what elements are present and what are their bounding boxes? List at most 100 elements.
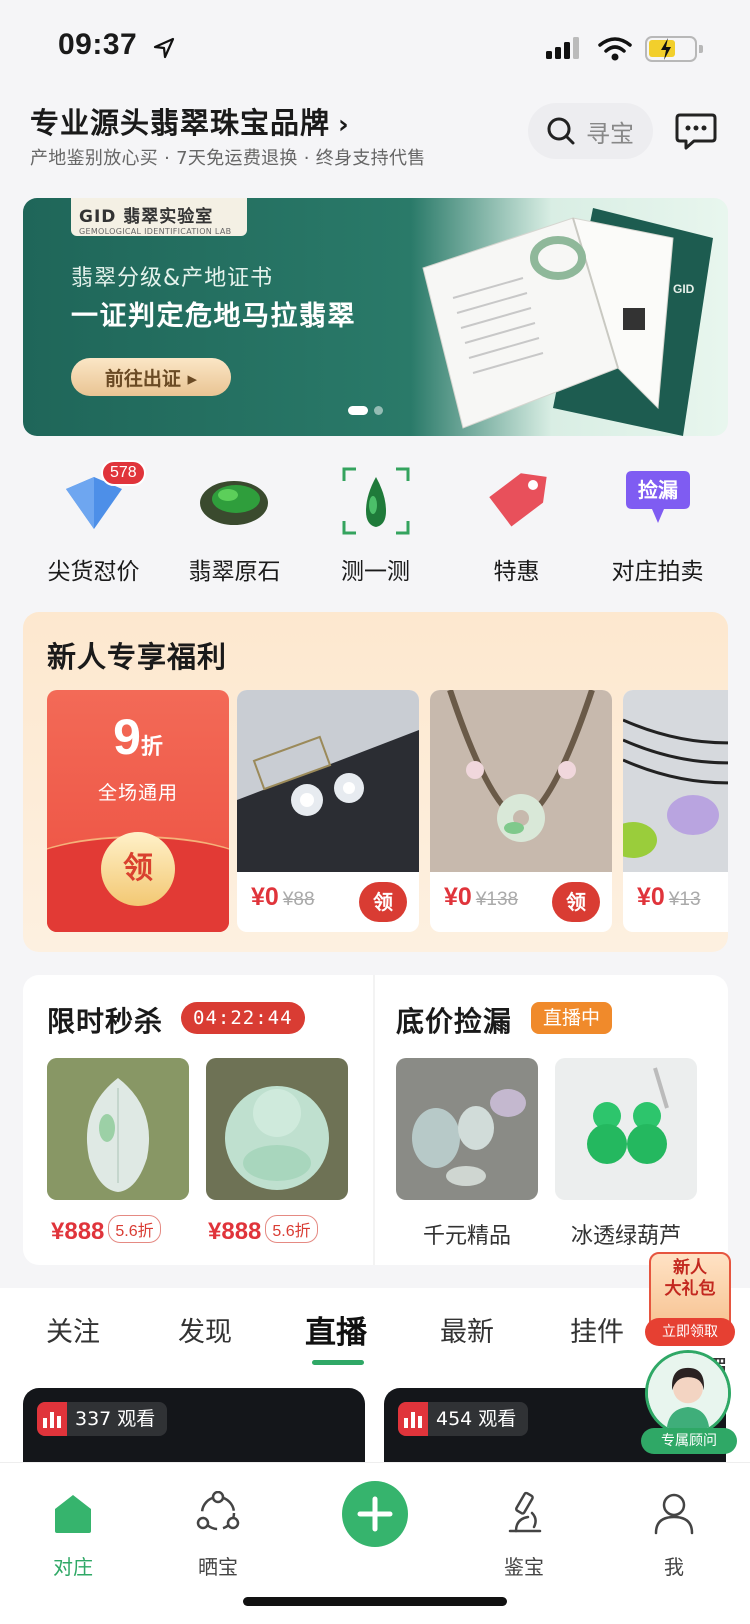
category-raw-stone[interactable]: 翡翠原石 — [164, 460, 305, 590]
search-placeholder: 寻宝 — [586, 119, 634, 148]
new-user-product[interactable]: ¥0 ¥13 — [623, 690, 728, 932]
product-price: ¥0 ¥88 — [251, 883, 315, 912]
banner-cta-button[interactable]: 前往出证 ▸ — [71, 358, 231, 396]
gift-title-line: 新人 — [673, 1258, 707, 1278]
bargain-item-label: 千元精品 — [422, 1224, 511, 1249]
discount-coupon[interactable]: 9折 全场通用 领 — [47, 690, 229, 932]
new-user-product[interactable]: ¥0 ¥88 领 — [237, 690, 419, 932]
product-original-price: ¥13 — [668, 889, 701, 910]
banner-pager — [348, 406, 383, 415]
category-row: 578 尖货怼价 翡翠原石 测一测 特惠 捡漏 对庄拍卖 — [23, 460, 728, 590]
flash-sale-item-image[interactable] — [47, 1058, 189, 1200]
price-value: ¥888 — [51, 1218, 105, 1245]
flash-sale-title[interactable]: 限时秒杀 — [47, 1000, 163, 1040]
category-jianhuo[interactable]: 578 尖货怼价 — [23, 460, 164, 590]
product-price-value: ¥0 — [444, 883, 472, 911]
microscope-icon — [508, 1491, 542, 1533]
status-time: 09:37 — [58, 28, 138, 61]
promo-banner[interactable]: GID 翡翠实验室 GEMOLOGICAL IDENTIFICATION LAB… — [23, 198, 728, 436]
viewer-count: 454 观看 — [398, 1402, 529, 1436]
product-original-price: ¥88 — [282, 889, 315, 910]
earring-product-image — [237, 690, 419, 872]
new-user-title: 新人专享福利 — [47, 640, 228, 674]
plus-icon — [357, 1496, 393, 1532]
new-user-gift-floater[interactable]: 新人 大礼包 立即领取 — [645, 1252, 735, 1348]
tab-pendant[interactable]: 挂件 — [570, 1310, 624, 1349]
advisor-label: 专属顾问 — [641, 1428, 737, 1454]
category-label: 测一测 — [341, 559, 410, 585]
tab-live[interactable]: 直播 — [305, 1307, 367, 1352]
brand-slogan: 产地鉴别放心买 · 7天免运费退换 · 终身支持代售 — [30, 148, 426, 169]
bargain-item-image[interactable] — [396, 1058, 538, 1200]
product-price: ¥0 ¥138 — [444, 883, 518, 912]
share-circle-icon — [196, 1491, 240, 1531]
category-sale[interactable]: 特惠 — [446, 460, 587, 590]
search-button[interactable]: 寻宝 — [528, 103, 653, 159]
bargain-item-label: 冰透绿葫芦 — [570, 1224, 681, 1249]
new-user-product[interactable]: ¥0 ¥138 领 — [430, 690, 612, 932]
pendant-product-image — [430, 690, 612, 872]
publish-button[interactable] — [342, 1481, 408, 1547]
promo-sections: 限时秒杀 04:22:44 ¥888 5.6折 ¥888 5.6折 底价捡漏 直播中… — [23, 975, 728, 1265]
advisor-floater[interactable]: 专属顾问 — [641, 1350, 737, 1458]
discount-badge: 5.6折 — [108, 1215, 161, 1243]
feed-tabs: 关注 发现 直播 最新 挂件 手镯 — [0, 1288, 750, 1388]
brand-title: 专业源头翡翠珠宝品牌 — [30, 106, 331, 140]
gift-title: 新人 大礼包 — [649, 1258, 731, 1300]
category-test[interactable]: 测一测 — [305, 460, 446, 590]
svg-text:GID: GID — [673, 282, 695, 296]
live-bars-icon — [37, 1402, 67, 1436]
chevron-right-icon: › — [338, 110, 350, 140]
home-indicator — [243, 1597, 507, 1606]
product-price-value: ¥0 — [251, 883, 279, 911]
cellular-signal-icon — [546, 37, 579, 59]
tab-follow[interactable]: 关注 — [46, 1310, 100, 1349]
viewer-count-text: 337 观看 — [75, 1408, 156, 1430]
status-bar: 09:37 — [0, 0, 750, 100]
banner-subtitle: 翡翠分级&产地证书 — [71, 266, 274, 291]
product-price-value: ¥0 — [637, 883, 665, 911]
bargain-chat-icon: 捡漏 — [626, 471, 690, 523]
claim-coupon-button[interactable]: 领 — [101, 832, 175, 906]
home-icon — [55, 1495, 91, 1533]
claim-button[interactable]: 领 — [359, 882, 407, 922]
tab-latest[interactable]: 最新 — [440, 1310, 494, 1349]
claim-gift-button[interactable]: 立即领取 — [645, 1318, 735, 1346]
bead-product-image — [623, 690, 728, 872]
message-icon[interactable] — [674, 112, 718, 152]
nav-label: 晒宝 — [198, 1555, 238, 1579]
certificate-book-illustration: GID — [422, 208, 713, 436]
viewer-count-text: 454 观看 — [436, 1408, 517, 1430]
category-label: 尖货怼价 — [47, 559, 140, 585]
flash-sale-price: ¥888 5.6折 — [208, 1215, 318, 1246]
svg-text:捡漏: 捡漏 — [638, 478, 678, 502]
tab-discover[interactable]: 发现 — [178, 1310, 232, 1349]
search-icon — [547, 117, 575, 145]
banner-title: 一证判定危地马拉翡翠 — [71, 301, 356, 332]
bargain-title[interactable]: 底价捡漏 — [396, 1000, 512, 1040]
category-label: 特惠 — [493, 559, 540, 585]
coupon-desc: 全场通用 — [97, 782, 178, 804]
brand-title-link[interactable]: 专业源头翡翠珠宝品牌 › — [30, 100, 350, 142]
battery-icon — [645, 36, 703, 62]
claim-button[interactable]: 领 — [552, 882, 600, 922]
product-price: ¥0 ¥13 — [637, 883, 701, 912]
flash-sale-countdown: 04:22:44 — [181, 1002, 305, 1034]
raw-stone-icon — [200, 481, 268, 525]
category-label: 对庄拍卖 — [611, 559, 704, 585]
live-bars-icon — [398, 1402, 428, 1436]
advisor-avatar — [645, 1350, 731, 1436]
flash-sale-item-image[interactable] — [206, 1058, 348, 1200]
wifi-icon — [598, 37, 632, 61]
tag-icon — [489, 473, 547, 527]
lab-logo: GID 翡翠实验室 GEMOLOGICAL IDENTIFICATION LAB — [71, 198, 247, 236]
category-auction[interactable]: 捡漏 对庄拍卖 — [587, 460, 728, 590]
lab-name: GID 翡翠实验室 — [79, 207, 214, 227]
location-arrow-icon — [153, 37, 175, 59]
gift-title-line: 大礼包 — [664, 1279, 716, 1299]
category-badge: 578 — [101, 460, 146, 486]
discount-badge: 5.6折 — [265, 1215, 318, 1243]
price-value: ¥888 — [208, 1218, 262, 1245]
coupon-discount-unit: 折 — [140, 734, 163, 759]
bargain-item-image[interactable] — [555, 1058, 697, 1200]
